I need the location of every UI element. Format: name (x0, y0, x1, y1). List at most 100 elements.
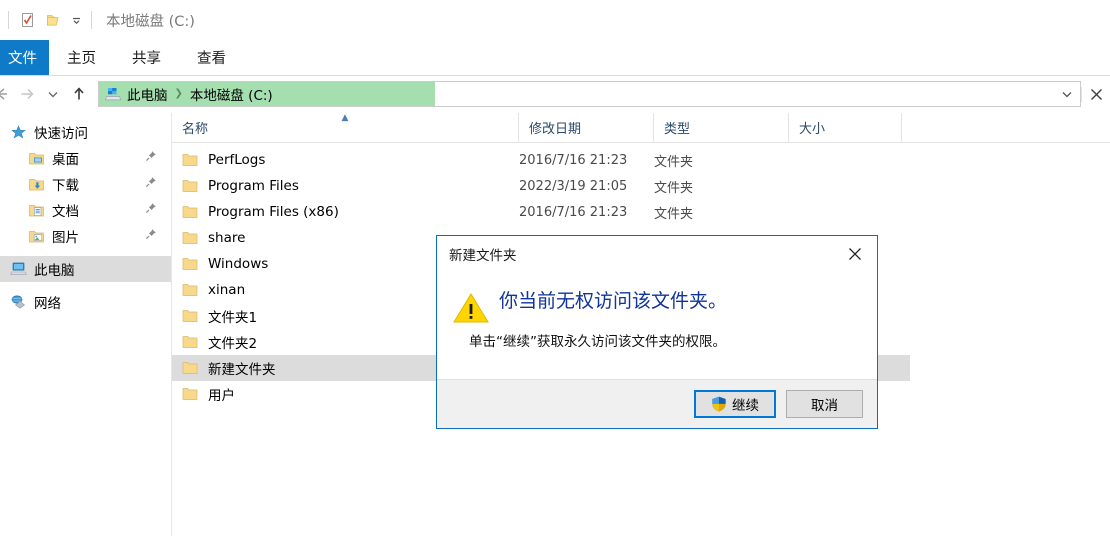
new-folder-icon[interactable] (43, 9, 65, 31)
dialog-button-bar: 继续 取消 (437, 379, 877, 428)
close-icon[interactable] (833, 237, 877, 271)
file-name: Windows (208, 256, 269, 272)
continue-button-label: 继续 (732, 398, 759, 414)
column-header-date[interactable]: 修改日期 (519, 113, 654, 142)
file-name: PerfLogs (208, 152, 266, 168)
file-name: 文件夹1 (208, 310, 258, 326)
dialog-title: 新建文件夹 (449, 248, 517, 264)
documents-folder-icon (28, 202, 45, 219)
file-date-cell: 2016/7/16 21:23 (519, 152, 628, 168)
address-bar[interactable]: 此电脑 ❯ 本地磁盘 (C:) (98, 81, 1081, 107)
sidebar-item-downloads[interactable]: 下载 (0, 171, 171, 197)
folder-icon (182, 178, 198, 194)
file-type-cell: 文件夹 (654, 206, 694, 222)
stop-close-icon[interactable] (1081, 86, 1110, 102)
sidebar-label: 快速访问 (34, 126, 88, 142)
dialog-body: 你当前无权访问该文件夹。 单击“继续”获取永久访问该文件夹的权限。 (437, 272, 877, 379)
breadcrumb-item-local-disk[interactable]: 本地磁盘 (C:) (190, 84, 273, 104)
dialog-headline: 你当前无权访问该文件夹。 (499, 290, 728, 312)
file-name-cell: Program Files (x86) (172, 204, 519, 220)
ribbon-tab-bar: 文件 主页 共享 查看 (0, 40, 1110, 76)
sidebar-item-this-pc[interactable]: 此电脑 (0, 256, 171, 282)
address-bar-empty-area[interactable] (435, 82, 1054, 106)
navigation-bar: 此电脑 ❯ 本地磁盘 (C:) (0, 76, 1110, 112)
pictures-folder-icon (28, 228, 45, 245)
chevron-down-icon[interactable] (1054, 82, 1080, 106)
table-row[interactable]: Program Files (x86) 2016/7/16 21:23 文件夹 (172, 199, 1110, 225)
sidebar-item-desktop[interactable]: 桌面 (0, 145, 171, 171)
sort-ascending-caret-icon: ▲ (341, 113, 349, 123)
breadcrumb[interactable]: 此电脑 ❯ 本地磁盘 (C:) (99, 82, 435, 106)
network-icon (10, 294, 27, 311)
tab-view[interactable]: 查看 (179, 40, 244, 75)
tab-share[interactable]: 共享 (114, 40, 179, 75)
back-arrow-icon[interactable] (0, 79, 14, 109)
file-name: xinan (208, 282, 246, 298)
column-header-label: 大小 (799, 122, 826, 137)
pin-icon[interactable] (145, 202, 157, 218)
toolbar-divider-2 (91, 11, 92, 29)
downloads-folder-icon (28, 176, 45, 193)
sidebar-label: 网络 (34, 296, 61, 312)
sidebar-item-pictures[interactable]: 图片 (0, 223, 171, 249)
column-header-type[interactable]: 类型 (654, 113, 789, 142)
uac-shield-icon (711, 396, 727, 412)
sidebar-item-documents[interactable]: 文档 (0, 197, 171, 223)
this-pc-icon (10, 261, 27, 278)
column-header-size[interactable]: 大小 (789, 113, 902, 142)
desktop-folder-icon (28, 150, 45, 167)
table-row[interactable]: Program Files 2022/3/19 21:05 文件夹 (172, 173, 1110, 199)
pin-icon[interactable] (145, 228, 157, 244)
permission-dialog: 新建文件夹 你当前无权访问该文件夹。 单击“继续”获取永久访问该文件夹的权限。 (436, 235, 878, 429)
navigation-pane: 快速访问 桌面 下载 文档 图片 此电脑 网络 (0, 113, 172, 536)
sidebar-item-quick-access[interactable]: 快速访问 (0, 119, 171, 145)
toolbar-divider (8, 11, 9, 29)
properties-icon[interactable] (17, 9, 39, 31)
star-icon (10, 124, 27, 141)
file-name: Program Files (208, 178, 299, 194)
forward-arrow-icon[interactable] (14, 79, 40, 109)
column-header-label: 类型 (664, 122, 691, 137)
file-type-cell: 文件夹 (654, 154, 694, 170)
file-name: 文件夹2 (208, 336, 258, 352)
this-pc-icon (105, 87, 122, 102)
customize-chevron-icon[interactable] (67, 10, 85, 30)
breadcrumb-item-this-pc[interactable]: 此电脑 (127, 84, 168, 104)
cancel-button[interactable]: 取消 (786, 390, 863, 418)
folder-icon (182, 334, 198, 350)
pin-icon[interactable] (145, 150, 157, 166)
file-name: 用户 (208, 388, 235, 404)
dialog-title-bar: 新建文件夹 (437, 236, 877, 272)
column-header-row: ▲ 名称 修改日期 类型 大小 (172, 113, 1110, 143)
recent-locations-chevron-icon[interactable] (40, 79, 66, 109)
column-header-label: 修改日期 (529, 122, 582, 137)
continue-button[interactable]: 继续 (694, 390, 776, 418)
folder-icon (182, 204, 198, 220)
tab-file[interactable]: 文件 (0, 40, 49, 75)
sidebar-item-network[interactable]: 网络 (0, 289, 171, 315)
warning-triangle-icon (449, 278, 493, 379)
tab-home[interactable]: 主页 (49, 40, 114, 75)
file-name-cell: Program Files (172, 178, 519, 194)
breadcrumb-separator-icon[interactable]: ❯ (175, 89, 183, 99)
folder-icon (182, 152, 198, 168)
up-arrow-icon[interactable] (66, 79, 92, 109)
table-row[interactable]: PerfLogs 2016/7/16 21:23 文件夹 (172, 147, 1110, 173)
sidebar-label: 下载 (52, 178, 79, 194)
window-title: 本地磁盘 (C:) (106, 13, 195, 30)
file-name-cell: PerfLogs (172, 152, 519, 168)
sidebar-label: 图片 (52, 230, 79, 246)
pin-icon[interactable] (145, 176, 157, 192)
folder-icon (182, 308, 198, 324)
dialog-text-block: 你当前无权访问该文件夹。 单击“继续”获取永久访问该文件夹的权限。 (469, 278, 861, 379)
folder-icon (182, 360, 198, 376)
sidebar-label: 桌面 (52, 152, 79, 168)
column-header-name[interactable]: ▲ 名称 (172, 113, 519, 142)
file-name: share (208, 230, 246, 246)
file-date-cell: 2016/7/16 21:23 (519, 204, 628, 220)
dialog-message: 单击“继续”获取永久访问该文件夹的权限。 (469, 333, 726, 350)
folder-icon (182, 386, 198, 402)
sidebar-label: 此电脑 (34, 263, 75, 279)
